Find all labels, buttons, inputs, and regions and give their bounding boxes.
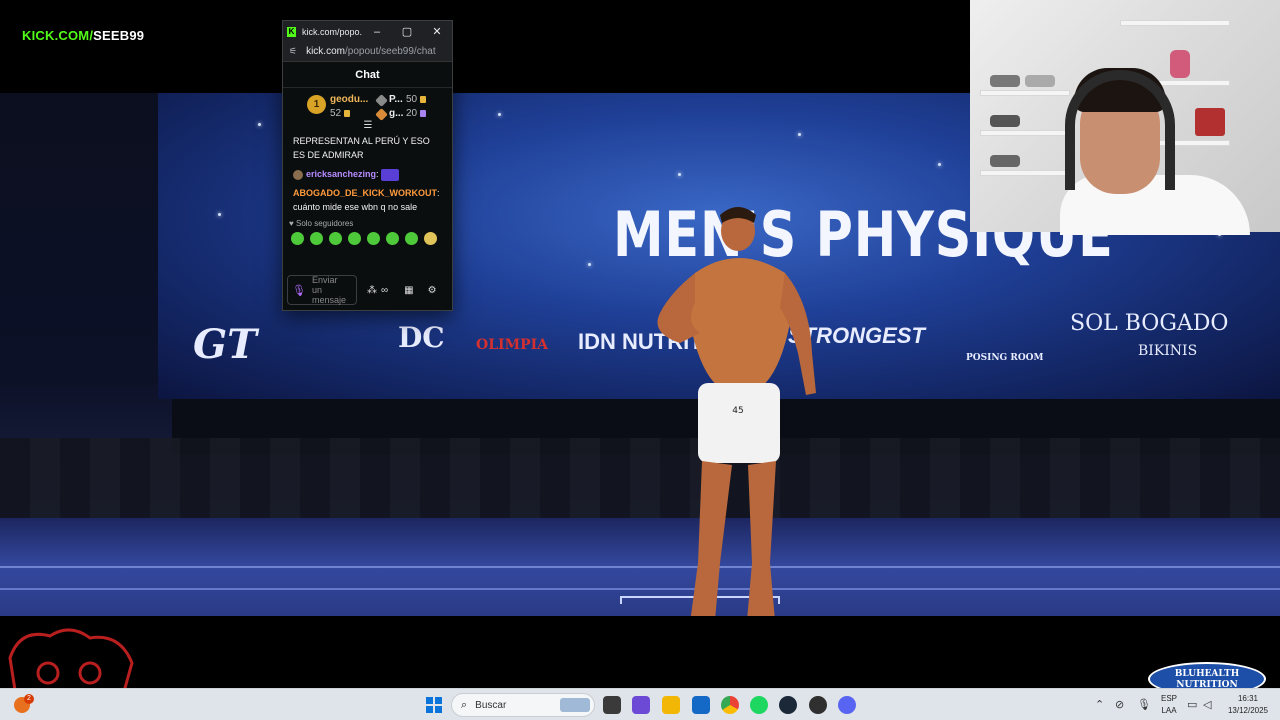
rank-badge: 1 — [307, 95, 326, 114]
volume-icon[interactable]: ◁ — [1203, 698, 1211, 711]
weather-badge: 2 — [24, 694, 34, 704]
screen-root: MEN'S PHYSIQUE GT DC OLIMPIA IDN NUTRITI… — [0, 0, 1280, 720]
brand-channel: SEEB99 — [93, 28, 145, 43]
chat-message: ABOGADO_DE_KICK_WORKOUT: cuánto mide ese… — [293, 188, 440, 212]
windows-taskbar: 2 ⌕ Buscar ⌃ ⊘ 🎙 ESP LAA ▭ ◁ 16:31 13/12… — [0, 688, 1280, 720]
language-line2: LAA — [1161, 706, 1177, 715]
site-settings-icon[interactable]: ⚟ — [289, 46, 297, 57]
kicks-coin-icon — [420, 95, 427, 103]
sponsor-logo-sol-bogado: SOL BOGADO — [1070, 311, 1229, 336]
chrome-icon[interactable] — [721, 696, 739, 714]
athlete-number: 45 — [732, 406, 743, 416]
search-placeholder: Buscar — [475, 699, 507, 711]
chat-message-text: cuánto mide ese wbn q no sale — [293, 202, 418, 212]
network-off-icon[interactable]: ⊘ — [1115, 698, 1124, 711]
emote-icon[interactable] — [405, 232, 418, 245]
leaderboard-name[interactable]: P... — [389, 94, 403, 105]
window-title: kick.com/popo... — [302, 26, 362, 37]
store-app-icon[interactable] — [692, 696, 710, 714]
kicks-coin-icon — [344, 109, 351, 117]
emote-icon[interactable] — [367, 232, 380, 245]
chat-popout-window[interactable]: K kick.com/popo... – ▢ ✕ ⚟ kick.com/popo… — [282, 20, 453, 311]
clock-date: 13/12/2025 — [1227, 706, 1269, 715]
collapse-icon[interactable]: ☰ — [362, 120, 374, 131]
steam-icon[interactable] — [779, 696, 797, 714]
chevron-up-icon[interactable]: ⌃ — [1095, 698, 1104, 711]
system-clock[interactable]: 16:31 13/12/2025 — [1222, 693, 1274, 717]
kicks-icon[interactable]: ⁂ — [367, 285, 377, 296]
chat-message: ericksanchezing: — [293, 167, 444, 181]
emote-icon[interactable] — [424, 232, 437, 245]
emote-icon[interactable] — [386, 232, 399, 245]
start-button[interactable] — [426, 697, 442, 713]
quick-emote-bar — [283, 228, 452, 245]
sponsor-badge-line1: BLUHEALTH — [1174, 669, 1240, 679]
chat-username[interactable]: ABOGADO_DE_KICK_WORKOUT — [293, 188, 437, 198]
discord-icon[interactable] — [838, 696, 856, 714]
search-highlight-icon — [560, 698, 590, 712]
emote-icon — [381, 168, 400, 181]
infinity-icon[interactable]: ∞ — [381, 285, 388, 296]
store-icon[interactable]: ▦ — [404, 285, 413, 296]
url-path: /popout/seeb99/chat — [344, 46, 436, 57]
url-text[interactable]: kick.com/popout/seeb99/chat — [306, 46, 436, 57]
language-indicator[interactable]: ESP LAA — [1158, 693, 1180, 717]
sponsor-logo-posing-room: POSING ROOM — [966, 353, 1044, 363]
spotify-icon[interactable] — [750, 696, 768, 714]
sponsor-logo-gt: GT — [193, 321, 257, 368]
user-badge-icon — [293, 169, 303, 180]
chat-messages: REPRESENTAN AL PERÚ Y ESO ES DE ADMIRAR … — [283, 128, 452, 214]
obs-icon[interactable] — [809, 696, 827, 714]
file-explorer-icon[interactable] — [662, 696, 680, 714]
emote-icon[interactable] — [329, 232, 342, 245]
chat-input[interactable]: 🎙 Enviar un mensaje — [287, 275, 357, 305]
leaderboard-name[interactable]: g... — [389, 108, 403, 119]
brand-kick: KICK.COM/ — [22, 28, 94, 43]
emote-icon[interactable] — [348, 232, 361, 245]
rank-icon — [375, 108, 388, 121]
chat-message: REPRESENTAN AL PERÚ Y ESO ES DE ADMIRAR — [293, 136, 430, 160]
chat-input-placeholder: Enviar un mensaje — [311, 275, 346, 305]
leaderboard-amount: 20 — [406, 108, 427, 119]
minimize-button[interactable]: – — [362, 26, 392, 38]
kick-favicon-icon: K — [287, 26, 296, 37]
language-line1: ESP — [1160, 694, 1177, 703]
url-bar[interactable]: ⚟ kick.com/popout/seeb99/chat — [283, 42, 452, 62]
channel-brand: KICK.COM/SEEB99 — [22, 28, 144, 43]
chat-input-row: 🎙 Enviar un mensaje ⁂ ∞ ▦ ⚙ — [287, 275, 449, 305]
headset — [1065, 70, 1175, 190]
widgets-app-icon[interactable] — [632, 696, 650, 714]
maximize-button[interactable]: ▢ — [392, 25, 422, 38]
chat-header: Chat — [283, 62, 452, 88]
leaderboard-name[interactable]: geodu... — [330, 94, 368, 105]
search-icon: ⌕ — [461, 698, 468, 711]
sponsor-logo-dc: DC — [398, 321, 445, 354]
microphone-icon[interactable]: 🎙 — [292, 284, 306, 297]
sponsor-logo-bikinis: BIKINIS — [1138, 343, 1198, 359]
close-button[interactable]: ✕ — [422, 25, 452, 38]
kicks-coin-icon — [420, 109, 427, 117]
chat-username[interactable]: ericksanchezing — [306, 169, 376, 179]
emote-icon[interactable] — [291, 232, 304, 245]
emote-icon[interactable] — [310, 232, 323, 245]
sponsor-logo-olimpia: OLIMPIA — [476, 337, 549, 353]
display-icon[interactable]: ▭ — [1187, 698, 1197, 711]
url-domain: kick.com — [306, 46, 345, 57]
clock-time: 16:31 — [1237, 694, 1259, 703]
rank-icon — [375, 94, 388, 107]
microphone-icon[interactable]: 🎙 — [1137, 698, 1151, 711]
window-titlebar[interactable]: K kick.com/popo... – ▢ ✕ — [283, 21, 452, 42]
followers-only-notice: ♥ Solo seguidores — [289, 219, 354, 228]
leaderboard-amount: 52 — [330, 108, 351, 119]
leaderboard-amount: 50 — [406, 94, 427, 105]
task-view-icon[interactable] — [603, 696, 621, 714]
taskbar-search[interactable]: ⌕ Buscar — [451, 693, 595, 717]
gear-icon[interactable]: ⚙ — [428, 285, 437, 296]
athlete-figure: 45 — [657, 207, 816, 616]
gift-leaderboard: 1 geodu... 52 P... 50 g... 20 ☰ — [283, 88, 452, 131]
